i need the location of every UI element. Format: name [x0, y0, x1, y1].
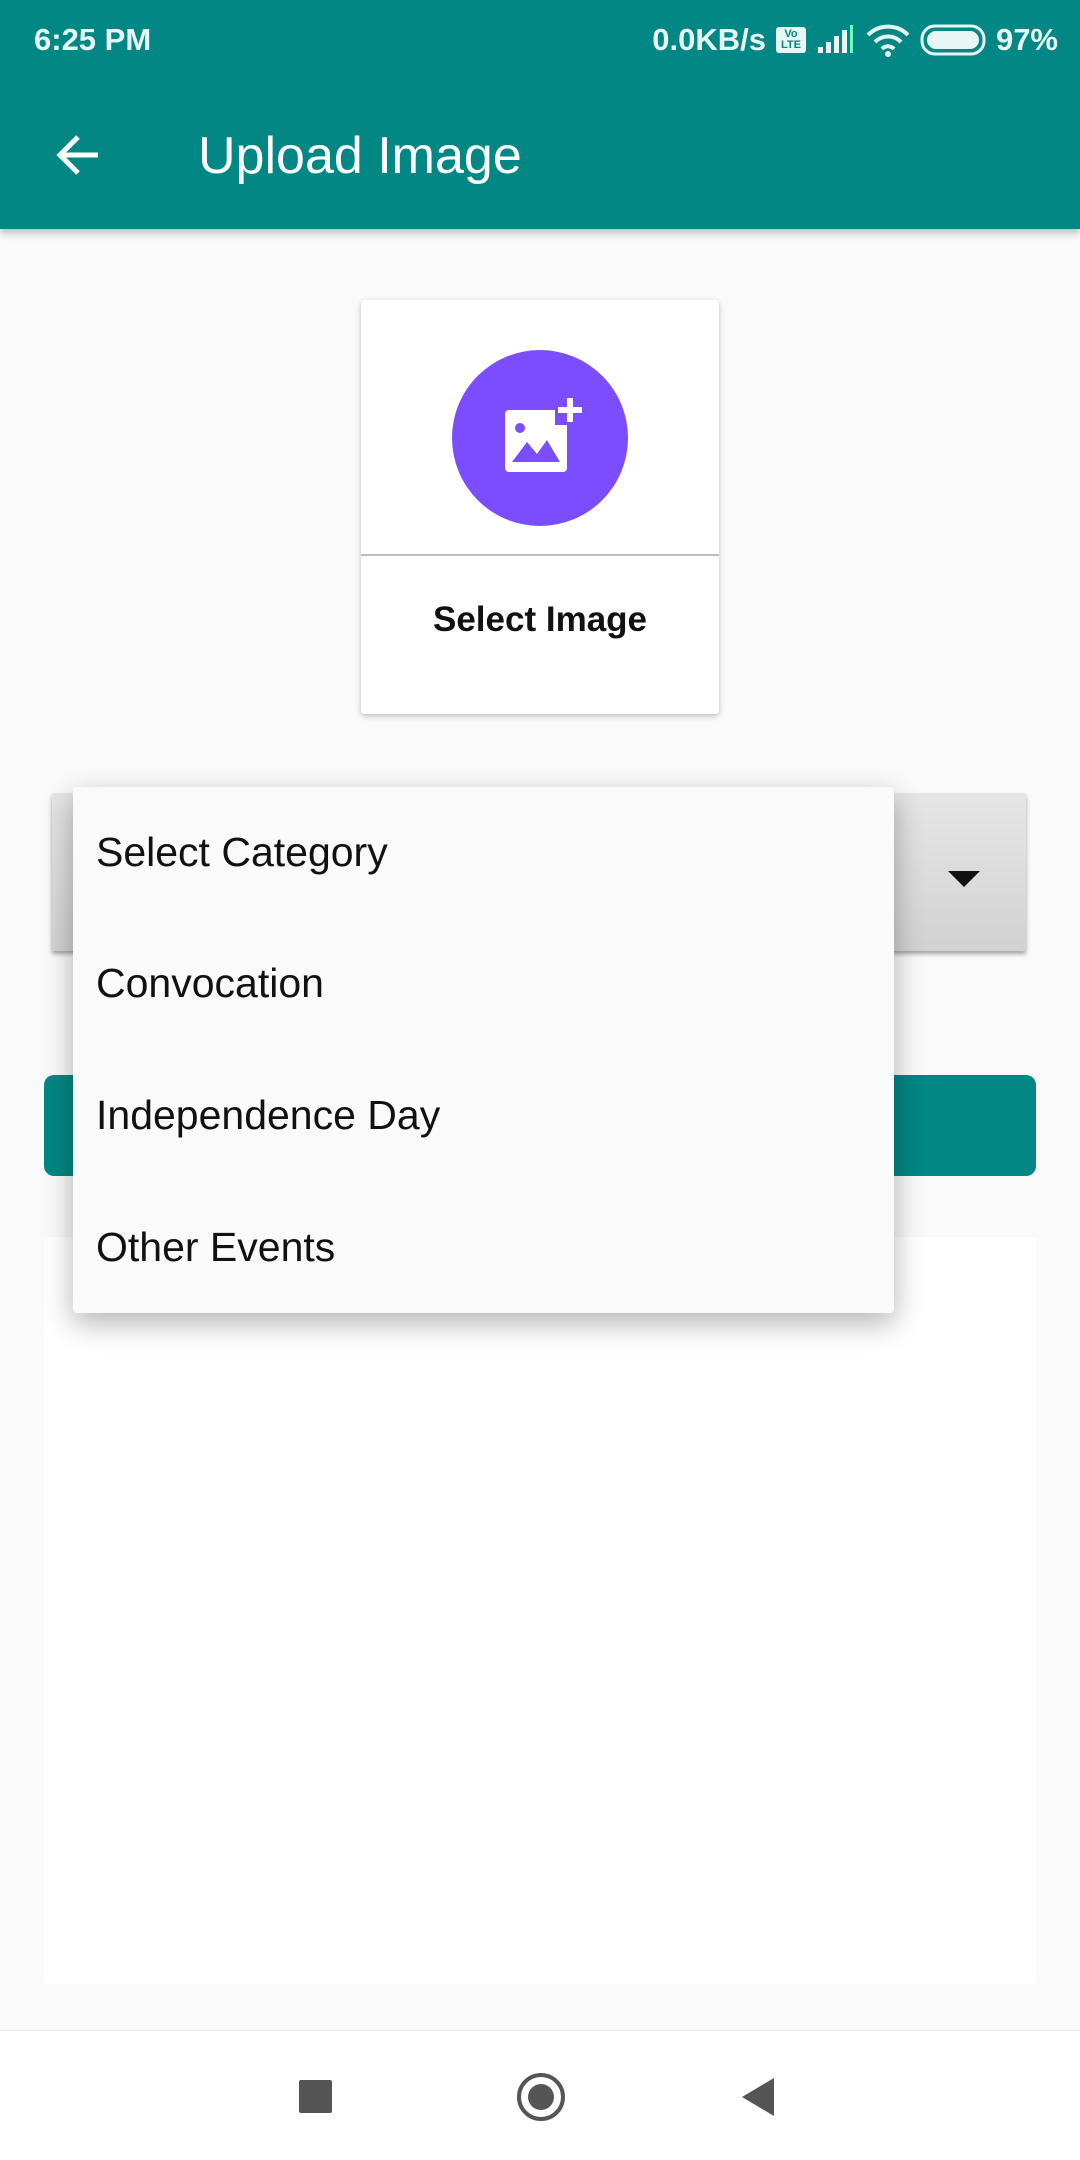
recents-icon[interactable] — [299, 2080, 332, 2113]
dropdown-option[interactable]: Other Events — [73, 1181, 894, 1313]
home-icon[interactable] — [517, 2073, 565, 2121]
image-preview — [44, 1237, 1036, 1984]
dropdown-option[interactable]: Independence Day — [73, 1049, 894, 1181]
add-photo-icon — [505, 395, 585, 472]
page-title: Upload Image — [198, 127, 522, 185]
signal-icon — [817, 25, 853, 53]
dropdown-arrow-icon — [948, 871, 980, 887]
app-bar: 6:25 PM 0.0KB/s Vo LTE 97% Upload Image — [0, 0, 1080, 229]
volte-icon: Vo LTE — [775, 27, 806, 53]
status-time: 6:25 PM — [34, 22, 152, 57]
battery-icon — [920, 24, 986, 56]
system-nav-bar — [0, 2030, 1080, 2160]
back-icon[interactable] — [742, 2078, 774, 2116]
category-dropdown-menu: Select Category Convocation Independence… — [73, 787, 894, 1313]
back-arrow-icon[interactable] — [50, 125, 110, 185]
select-image-label: Select Image — [433, 600, 647, 639]
net-speed: 0.0KB/s — [652, 22, 766, 57]
dropdown-option[interactable]: Convocation — [73, 917, 894, 1049]
wifi-icon — [866, 24, 910, 57]
add-image-button[interactable] — [452, 350, 628, 526]
battery-level: 97% — [995, 22, 1058, 57]
divider — [361, 554, 719, 556]
dropdown-option[interactable]: Select Category — [73, 787, 894, 917]
status-bar: 6:25 PM 0.0KB/s Vo LTE 97% — [0, 0, 1080, 80]
select-image-card[interactable]: Select Image — [361, 300, 719, 714]
